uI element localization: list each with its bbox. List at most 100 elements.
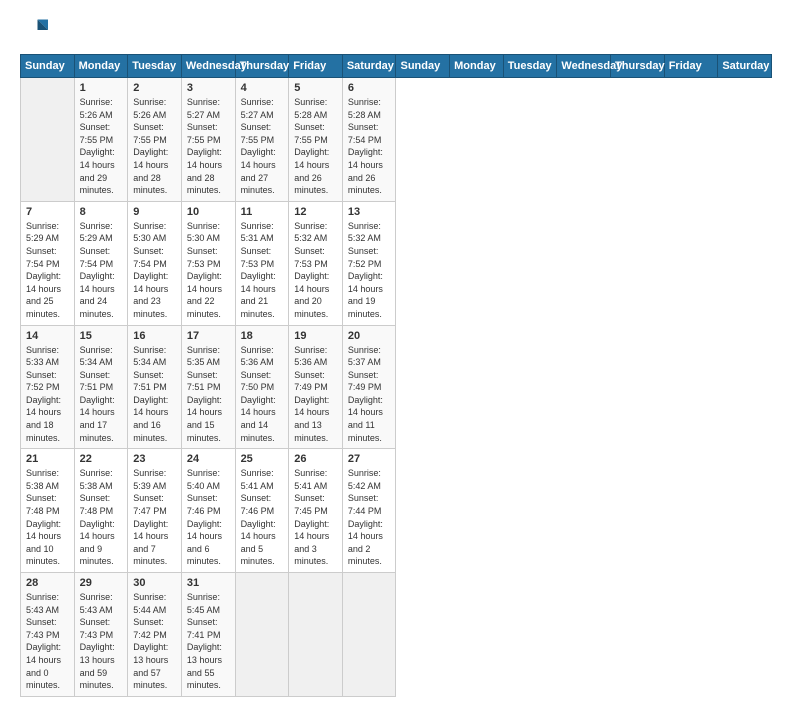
cell-content: Sunrise: 5:35 AMSunset: 7:51 PMDaylight:… bbox=[187, 344, 230, 445]
calendar-cell: 19 Sunrise: 5:36 AMSunset: 7:49 PMDaylig… bbox=[289, 325, 343, 449]
cell-content: Sunrise: 5:31 AMSunset: 7:53 PMDaylight:… bbox=[241, 220, 284, 321]
calendar-header-row: SundayMondayTuesdayWednesdayThursdayFrid… bbox=[21, 55, 772, 78]
day-number: 7 bbox=[26, 206, 69, 218]
cell-content: Sunrise: 5:38 AMSunset: 7:48 PMDaylight:… bbox=[80, 467, 123, 568]
cell-content: Sunrise: 5:29 AMSunset: 7:54 PMDaylight:… bbox=[26, 220, 69, 321]
calendar-cell: 28 Sunrise: 5:43 AMSunset: 7:43 PMDaylig… bbox=[21, 573, 75, 697]
day-number: 3 bbox=[187, 82, 230, 94]
calendar-cell: 3 Sunrise: 5:27 AMSunset: 7:55 PMDayligh… bbox=[181, 78, 235, 202]
day-number: 9 bbox=[133, 206, 176, 218]
day-header-friday: Friday bbox=[664, 55, 718, 78]
day-header-tuesday: Tuesday bbox=[503, 55, 557, 78]
day-header-tuesday: Tuesday bbox=[128, 55, 182, 78]
day-number: 24 bbox=[187, 453, 230, 465]
calendar-week-4: 21 Sunrise: 5:38 AMSunset: 7:48 PMDaylig… bbox=[21, 449, 772, 573]
cell-content: Sunrise: 5:32 AMSunset: 7:53 PMDaylight:… bbox=[294, 220, 337, 321]
calendar-cell: 1 Sunrise: 5:26 AMSunset: 7:55 PMDayligh… bbox=[74, 78, 128, 202]
day-number: 8 bbox=[80, 206, 123, 218]
day-header-thursday: Thursday bbox=[611, 55, 665, 78]
calendar-cell: 24 Sunrise: 5:40 AMSunset: 7:46 PMDaylig… bbox=[181, 449, 235, 573]
calendar-cell: 29 Sunrise: 5:43 AMSunset: 7:43 PMDaylig… bbox=[74, 573, 128, 697]
day-header-friday: Friday bbox=[289, 55, 343, 78]
calendar-cell: 17 Sunrise: 5:35 AMSunset: 7:51 PMDaylig… bbox=[181, 325, 235, 449]
day-number: 22 bbox=[80, 453, 123, 465]
calendar-cell: 2 Sunrise: 5:26 AMSunset: 7:55 PMDayligh… bbox=[128, 78, 182, 202]
day-number: 18 bbox=[241, 330, 284, 342]
cell-content: Sunrise: 5:43 AMSunset: 7:43 PMDaylight:… bbox=[26, 591, 69, 692]
day-number: 26 bbox=[294, 453, 337, 465]
calendar-cell: 30 Sunrise: 5:44 AMSunset: 7:42 PMDaylig… bbox=[128, 573, 182, 697]
calendar-week-2: 7 Sunrise: 5:29 AMSunset: 7:54 PMDayligh… bbox=[21, 201, 772, 325]
day-header-sunday: Sunday bbox=[396, 55, 450, 78]
calendar-cell: 23 Sunrise: 5:39 AMSunset: 7:47 PMDaylig… bbox=[128, 449, 182, 573]
cell-content: Sunrise: 5:26 AMSunset: 7:55 PMDaylight:… bbox=[80, 96, 123, 197]
day-header-saturday: Saturday bbox=[718, 55, 772, 78]
day-number: 17 bbox=[187, 330, 230, 342]
cell-content: Sunrise: 5:37 AMSunset: 7:49 PMDaylight:… bbox=[348, 344, 391, 445]
cell-content: Sunrise: 5:36 AMSunset: 7:50 PMDaylight:… bbox=[241, 344, 284, 445]
day-header-thursday: Thursday bbox=[235, 55, 289, 78]
calendar-cell: 6 Sunrise: 5:28 AMSunset: 7:54 PMDayligh… bbox=[342, 78, 396, 202]
day-number: 4 bbox=[241, 82, 284, 94]
calendar-cell: 9 Sunrise: 5:30 AMSunset: 7:54 PMDayligh… bbox=[128, 201, 182, 325]
cell-content: Sunrise: 5:39 AMSunset: 7:47 PMDaylight:… bbox=[133, 467, 176, 568]
day-number: 5 bbox=[294, 82, 337, 94]
calendar-cell bbox=[235, 573, 289, 697]
logo bbox=[20, 16, 52, 44]
cell-content: Sunrise: 5:44 AMSunset: 7:42 PMDaylight:… bbox=[133, 591, 176, 692]
day-number: 20 bbox=[348, 330, 391, 342]
calendar-cell: 8 Sunrise: 5:29 AMSunset: 7:54 PMDayligh… bbox=[74, 201, 128, 325]
day-header-wednesday: Wednesday bbox=[181, 55, 235, 78]
day-number: 19 bbox=[294, 330, 337, 342]
calendar-cell: 15 Sunrise: 5:34 AMSunset: 7:51 PMDaylig… bbox=[74, 325, 128, 449]
day-header-saturday: Saturday bbox=[342, 55, 396, 78]
cell-content: Sunrise: 5:33 AMSunset: 7:52 PMDaylight:… bbox=[26, 344, 69, 445]
calendar-cell: 31 Sunrise: 5:45 AMSunset: 7:41 PMDaylig… bbox=[181, 573, 235, 697]
cell-content: Sunrise: 5:43 AMSunset: 7:43 PMDaylight:… bbox=[80, 591, 123, 692]
calendar-cell: 11 Sunrise: 5:31 AMSunset: 7:53 PMDaylig… bbox=[235, 201, 289, 325]
cell-content: Sunrise: 5:32 AMSunset: 7:52 PMDaylight:… bbox=[348, 220, 391, 321]
day-header-monday: Monday bbox=[74, 55, 128, 78]
day-number: 2 bbox=[133, 82, 176, 94]
calendar-cell bbox=[342, 573, 396, 697]
cell-content: Sunrise: 5:40 AMSunset: 7:46 PMDaylight:… bbox=[187, 467, 230, 568]
day-number: 27 bbox=[348, 453, 391, 465]
calendar-cell: 13 Sunrise: 5:32 AMSunset: 7:52 PMDaylig… bbox=[342, 201, 396, 325]
calendar-cell: 25 Sunrise: 5:41 AMSunset: 7:46 PMDaylig… bbox=[235, 449, 289, 573]
calendar-table: SundayMondayTuesdayWednesdayThursdayFrid… bbox=[20, 54, 772, 697]
cell-content: Sunrise: 5:29 AMSunset: 7:54 PMDaylight:… bbox=[80, 220, 123, 321]
calendar-week-3: 14 Sunrise: 5:33 AMSunset: 7:52 PMDaylig… bbox=[21, 325, 772, 449]
cell-content: Sunrise: 5:41 AMSunset: 7:45 PMDaylight:… bbox=[294, 467, 337, 568]
cell-content: Sunrise: 5:30 AMSunset: 7:54 PMDaylight:… bbox=[133, 220, 176, 321]
day-number: 28 bbox=[26, 577, 69, 589]
cell-content: Sunrise: 5:28 AMSunset: 7:55 PMDaylight:… bbox=[294, 96, 337, 197]
cell-content: Sunrise: 5:41 AMSunset: 7:46 PMDaylight:… bbox=[241, 467, 284, 568]
logo-icon bbox=[20, 16, 48, 44]
calendar-cell: 14 Sunrise: 5:33 AMSunset: 7:52 PMDaylig… bbox=[21, 325, 75, 449]
calendar-cell: 12 Sunrise: 5:32 AMSunset: 7:53 PMDaylig… bbox=[289, 201, 343, 325]
cell-content: Sunrise: 5:34 AMSunset: 7:51 PMDaylight:… bbox=[133, 344, 176, 445]
page-header bbox=[20, 16, 772, 44]
day-number: 29 bbox=[80, 577, 123, 589]
cell-content: Sunrise: 5:28 AMSunset: 7:54 PMDaylight:… bbox=[348, 96, 391, 197]
main-container: SundayMondayTuesdayWednesdayThursdayFrid… bbox=[0, 0, 792, 707]
cell-content: Sunrise: 5:36 AMSunset: 7:49 PMDaylight:… bbox=[294, 344, 337, 445]
day-number: 1 bbox=[80, 82, 123, 94]
cell-content: Sunrise: 5:27 AMSunset: 7:55 PMDaylight:… bbox=[241, 96, 284, 197]
cell-content: Sunrise: 5:26 AMSunset: 7:55 PMDaylight:… bbox=[133, 96, 176, 197]
day-number: 16 bbox=[133, 330, 176, 342]
cell-content: Sunrise: 5:38 AMSunset: 7:48 PMDaylight:… bbox=[26, 467, 69, 568]
cell-content: Sunrise: 5:30 AMSunset: 7:53 PMDaylight:… bbox=[187, 220, 230, 321]
day-number: 31 bbox=[187, 577, 230, 589]
day-number: 13 bbox=[348, 206, 391, 218]
calendar-cell: 22 Sunrise: 5:38 AMSunset: 7:48 PMDaylig… bbox=[74, 449, 128, 573]
day-number: 10 bbox=[187, 206, 230, 218]
day-header-wednesday: Wednesday bbox=[557, 55, 611, 78]
day-number: 15 bbox=[80, 330, 123, 342]
calendar-cell: 7 Sunrise: 5:29 AMSunset: 7:54 PMDayligh… bbox=[21, 201, 75, 325]
cell-content: Sunrise: 5:45 AMSunset: 7:41 PMDaylight:… bbox=[187, 591, 230, 692]
day-number: 11 bbox=[241, 206, 284, 218]
day-number: 14 bbox=[26, 330, 69, 342]
cell-content: Sunrise: 5:27 AMSunset: 7:55 PMDaylight:… bbox=[187, 96, 230, 197]
calendar-week-1: 1 Sunrise: 5:26 AMSunset: 7:55 PMDayligh… bbox=[21, 78, 772, 202]
